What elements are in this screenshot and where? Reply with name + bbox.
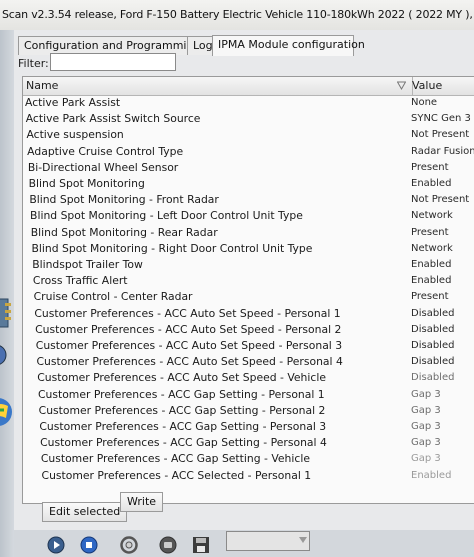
- table-row[interactable]: Blind Spot Monitoring - Right Door Contr…: [23, 241, 474, 257]
- row-name: Blindspot Trailer Tow: [32, 258, 143, 271]
- table-row[interactable]: Cross Traffic Alert Enabled: [23, 273, 474, 289]
- table-row[interactable]: Bi-Directional Wheel Sensor Present: [23, 160, 474, 176]
- window-title: Scan v2.3.54 release, Ford F-150 Battery…: [0, 0, 474, 30]
- row-value: Enabled: [411, 469, 452, 481]
- row-name: Blind Spot Monitoring - Left Door Contro…: [30, 209, 303, 223]
- table-row[interactable]: Active Park Assist None: [23, 95, 474, 111]
- table-row[interactable]: Customer Preferences - ACC Auto Set Spee…: [23, 370, 474, 386]
- row-value: Present: [411, 291, 449, 303]
- row-value: Not Present: [411, 194, 470, 206]
- gear-icon: [0, 345, 7, 365]
- left-side-panel: [0, 30, 14, 557]
- table-header: Name Value: [23, 77, 474, 96]
- sort-arrow-icon: [397, 81, 406, 90]
- row-value: Not Present: [411, 129, 470, 141]
- table-row[interactable]: Cruise Control - Center Radar Present: [23, 289, 474, 305]
- write-button[interactable]: Write: [120, 492, 164, 512]
- row-name: Cross Traffic Alert: [32, 274, 128, 288]
- column-header-name[interactable]: Name: [23, 77, 413, 95]
- row-name: Blind Spot Monitoring - Front Radar: [29, 193, 219, 207]
- row-value: Present: [411, 161, 449, 173]
- table-row[interactable]: Customer Preferences - ACC Gap Setting -…: [23, 435, 474, 451]
- table-row[interactable]: Customer Preferences - ACC Auto Set Spee…: [23, 354, 474, 370]
- row-name: Adaptive Cruise Control Type: [27, 144, 184, 158]
- row-name: Bi-Directional Wheel Sensor: [27, 160, 179, 174]
- row-value: Gap 3: [411, 453, 441, 465]
- table-row[interactable]: Active suspension Not Present: [23, 127, 474, 143]
- tab-ipma-module-configuration[interactable]: IPMA Module configuration: [212, 35, 365, 56]
- column-header-value[interactable]: Value: [409, 77, 474, 95]
- row-name: Customer Preferences - ACC Auto Set Spee…: [35, 322, 342, 336]
- row-name: Customer Preferences - ACC Auto Set Spee…: [36, 355, 343, 369]
- row-value: Disabled: [411, 307, 455, 319]
- table-row[interactable]: Customer Preferences - ACC Selected - Pe…: [23, 468, 474, 484]
- row-value: Enabled: [411, 275, 452, 287]
- module-config-table: Name Value Active Park Assist None Active …: [22, 76, 474, 504]
- row-name: Customer Preferences - ACC Gap Setting -…: [39, 420, 327, 433]
- table-row[interactable]: Customer Preferences - ACC Gap Setting -…: [23, 387, 474, 403]
- main-window: Configuration and Programming Log IPMA M…: [14, 30, 474, 549]
- row-value: Disabled: [411, 340, 455, 351]
- row-name: Customer Preferences - ACC Gap Setting -…: [38, 403, 326, 417]
- row-value: SYNC Gen 3: [411, 113, 471, 125]
- row-value: Disabled: [411, 323, 455, 335]
- stop-icon[interactable]: [80, 536, 98, 554]
- row-name: Customer Preferences - ACC Gap Setting -…: [40, 436, 327, 450]
- table-row[interactable]: Customer Preferences - ACC Gap Setting -…: [23, 403, 474, 419]
- row-value: Gap 3: [411, 437, 441, 449]
- table-row[interactable]: Customer Preferences - ACC Auto Set Spee…: [23, 322, 474, 338]
- windows-logo-icon: [0, 398, 12, 426]
- table-row[interactable]: Blind Spot Monitoring - Front Radar Not P…: [23, 192, 474, 208]
- row-value: Enabled: [411, 259, 452, 270]
- row-name: Cruise Control - Center Radar: [33, 290, 193, 304]
- row-value: Disabled: [411, 356, 455, 368]
- chip-icon: [0, 298, 11, 328]
- chevron-down-icon: [299, 537, 307, 543]
- row-name: Blind Spot Monitoring - Rear Radar: [30, 225, 218, 239]
- row-value: Present: [411, 226, 449, 238]
- support-icon[interactable]: [120, 536, 138, 554]
- row-value: Network: [411, 242, 453, 254]
- bottom-toolbar: [14, 530, 474, 557]
- filter-label: Filter:: [18, 57, 49, 70]
- play-icon[interactable]: [47, 536, 65, 554]
- row-name: Customer Preferences - ACC Gap Setting -…: [40, 452, 310, 466]
- table-row[interactable]: Blind Spot Monitoring Enabled: [23, 176, 474, 192]
- edit-selected-button[interactable]: Edit selected: [42, 502, 128, 522]
- row-name: Active Park Assist: [25, 96, 121, 109]
- row-name: Blind Spot Monitoring - Right Door Contr…: [31, 241, 313, 255]
- row-value: Network: [411, 210, 453, 222]
- row-value: Gap 3: [411, 388, 441, 400]
- row-name: Customer Preferences - ACC Auto Set Spee…: [35, 339, 343, 352]
- table-row[interactable]: Customer Preferences - ACC Auto Set Spee…: [23, 306, 474, 322]
- row-name: Customer Preferences - ACC Auto Set Spee…: [37, 371, 326, 385]
- row-name: Customer Preferences - ACC Auto Set Spee…: [34, 306, 341, 320]
- row-name: Active suspension: [26, 128, 124, 142]
- row-value: Radar Fusion: [411, 145, 474, 157]
- table-row[interactable]: Active Park Assist Switch Source SYNC Gen…: [23, 111, 474, 127]
- row-value: Disabled: [411, 372, 455, 384]
- row-name: Active Park Assist Switch Source: [25, 112, 201, 126]
- record-icon[interactable]: [159, 536, 177, 554]
- module-select-combo[interactable]: [226, 531, 310, 551]
- table-row[interactable]: Customer Preferences - ACC Gap Setting -…: [23, 419, 474, 435]
- row-name: Customer Preferences - ACC Selected - Pe…: [41, 468, 312, 482]
- row-name: Blind Spot Monitoring: [28, 177, 145, 190]
- table-row[interactable]: Adaptive Cruise Control Type Radar Fusion: [23, 144, 474, 160]
- table-row[interactable]: Customer Preferences - ACC Auto Set Spee…: [23, 338, 474, 354]
- row-value: Gap 3: [411, 421, 441, 432]
- table-row[interactable]: Blind Spot Monitoring - Left Door Contro…: [23, 208, 474, 224]
- save-icon[interactable]: [192, 536, 210, 554]
- table-row[interactable]: Blindspot Trailer Tow Enabled: [23, 257, 474, 273]
- row-value: None: [411, 97, 438, 108]
- table-row[interactable]: Blind Spot Monitoring - Rear Radar Presen…: [23, 225, 474, 241]
- filter-input[interactable]: [50, 53, 176, 71]
- row-value: Gap 3: [411, 404, 441, 416]
- row-value: Enabled: [411, 178, 452, 189]
- row-name: Customer Preferences - ACC Gap Setting -…: [37, 387, 325, 401]
- table-row[interactable]: Customer Preferences - ACC Gap Setting -…: [23, 451, 474, 467]
